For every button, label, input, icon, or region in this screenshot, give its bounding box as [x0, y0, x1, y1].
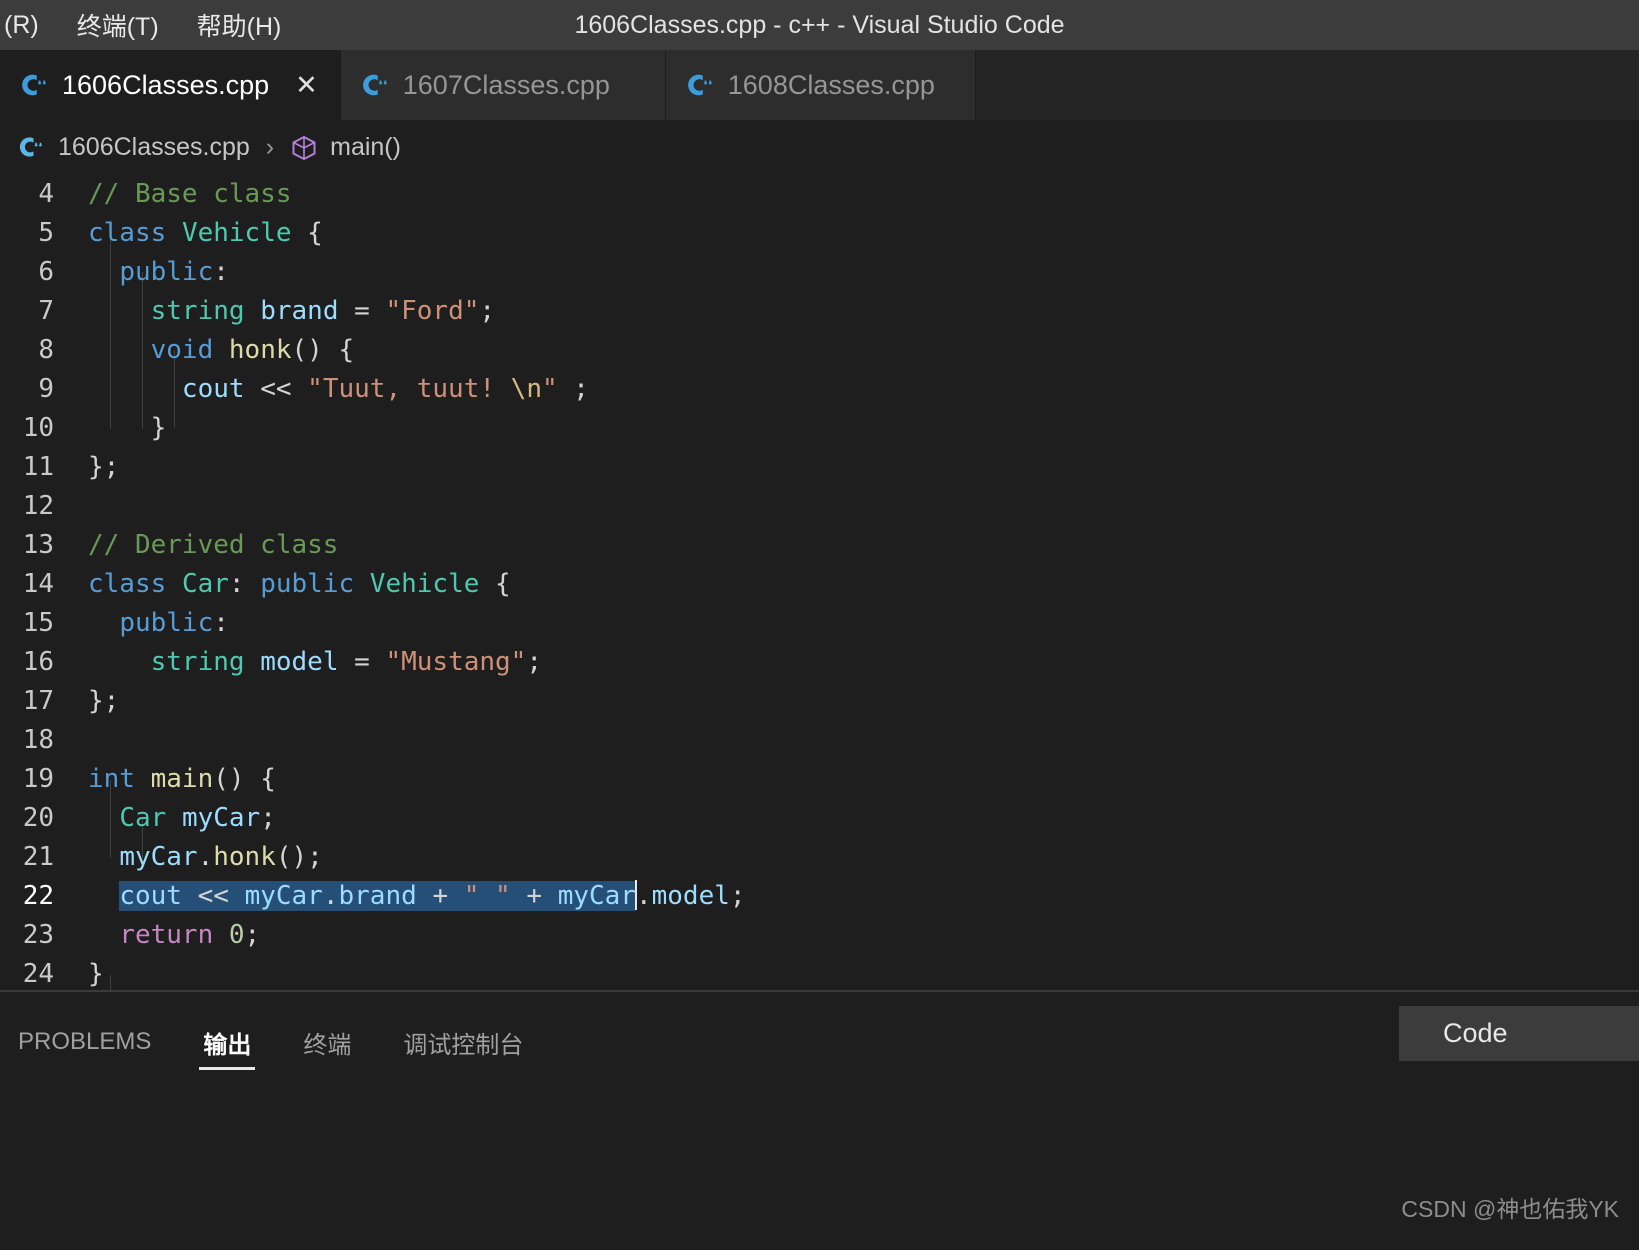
code-line[interactable]: 6 public: [0, 253, 1639, 292]
menu-terminal[interactable]: 终端(T) [73, 5, 163, 45]
line-number: 13 [22, 530, 54, 560]
line-number: 19 [22, 764, 54, 794]
line-content: }; [88, 452, 120, 482]
line-number: 10 [22, 413, 54, 443]
code-line[interactable]: 16 string model = "Mustang"; [0, 643, 1639, 682]
line-number: 15 [22, 608, 54, 638]
line-number: 23 [22, 920, 54, 950]
tab-bar-filler [975, 50, 1639, 120]
breadcrumb-symbol[interactable]: main() [330, 133, 401, 162]
line-number: 17 [22, 686, 54, 716]
line-content: string brand = "Ford"; [150, 296, 496, 326]
line-number: 7 [38, 296, 54, 326]
menu-run[interactable]: (R) [0, 9, 43, 42]
code-line[interactable]: 13 // Derived class [0, 526, 1639, 565]
code-line[interactable]: 12 [0, 487, 1639, 526]
code-line[interactable]: 7 string brand = "Ford"; [0, 292, 1639, 331]
breadcrumb-file[interactable]: 1606Classes.cpp [58, 133, 250, 162]
line-content: }; [88, 686, 120, 716]
code-line[interactable]: 18 [0, 721, 1639, 760]
line-content: } [88, 959, 104, 989]
line-content: int main() { [88, 764, 276, 794]
line-content: string model = "Mustang"; [150, 647, 542, 677]
code-line-selected[interactable]: 22 cout << myCar.brand + " " + myCar.mod… [0, 877, 1639, 916]
menu-help[interactable]: 帮助(H) [193, 5, 286, 45]
method-symbol-icon [290, 134, 318, 162]
panel-tab-output[interactable]: 输出 [199, 992, 256, 1092]
code-line[interactable]: 21 myCar.honk(); [0, 838, 1639, 877]
code-line[interactable]: 9 cout << "Tuut, tuut! \n" ; [0, 370, 1639, 409]
line-content: // Derived class [88, 530, 339, 560]
tab-1606Classes[interactable]: 1606Classes.cpp ✕ [0, 50, 341, 120]
close-icon[interactable]: ✕ [295, 71, 318, 99]
code-line[interactable]: 11 }; [0, 448, 1639, 487]
line-content: public: [119, 608, 229, 638]
line-content: cout << "Tuut, tuut! \n" ; [181, 374, 589, 404]
chevron-right-icon: › [265, 133, 275, 161]
code-line[interactable]: 4 // Base class [0, 175, 1639, 214]
code-editor[interactable]: 4 // Base class 5 class Vehicle { 6 publ… [0, 175, 1639, 990]
code-line[interactable]: 5 class Vehicle { [0, 214, 1639, 253]
title-bar: (R) 终端(T) 帮助(H) 1606Classes.cpp - c++ - … [0, 0, 1639, 50]
output-source-selector[interactable]: Code [1399, 1006, 1639, 1061]
line-number: 14 [22, 569, 54, 599]
cpp-file-icon [359, 70, 389, 100]
line-content: myCar.honk(); [119, 842, 323, 872]
code-line[interactable]: 15 public: [0, 604, 1639, 643]
code-line[interactable]: 17 }; [0, 682, 1639, 721]
line-number: 22 [22, 881, 54, 911]
panel-tab-label: 输出 [203, 1031, 252, 1059]
code-line[interactable]: 8 void honk() { [0, 331, 1639, 370]
cpp-file-icon [684, 70, 714, 100]
watermark: CSDN @神也佑我YK [1401, 1196, 1619, 1222]
panel-tab-list: PROBLEMS 输出 终端 调试控制台 [0, 992, 527, 1092]
code-line[interactable]: 10 } [0, 409, 1639, 448]
line-number: 8 [38, 335, 54, 365]
panel-tab-label: 调试控制台 [403, 1031, 524, 1059]
tab-1607Classes[interactable]: 1607Classes.cpp [340, 50, 666, 120]
vscode-window: (R) 终端(T) 帮助(H) 1606Classes.cpp - c++ - … [0, 0, 1639, 1250]
tab-1608Classes[interactable]: 1608Classes.cpp [665, 50, 976, 120]
panel-tab-label: PROBLEMS [18, 1028, 152, 1055]
line-number: 21 [22, 842, 54, 872]
menu-bar: (R) 终端(T) 帮助(H) [0, 5, 285, 45]
code-line[interactable]: 14 class Car: public Vehicle { [0, 565, 1639, 604]
line-content: void honk() { [150, 335, 355, 365]
line-number: 24 [22, 959, 54, 989]
line-content: class Vehicle { [88, 218, 323, 248]
tab-label: 1606Classes.cpp [62, 69, 270, 100]
line-content: Car myCar; [119, 803, 276, 833]
editor-tab-bar: 1606Classes.cpp ✕ 1607Classes.cpp 1608Cl… [0, 50, 1639, 120]
line-number: 11 [22, 452, 54, 482]
line-content: cout << myCar.brand + " " + myCar.model; [119, 880, 746, 911]
line-content: // Base class [88, 179, 292, 209]
panel-tab-label: 终端 [303, 1031, 352, 1059]
output-body: CSDN @神也佑我YK [0, 1092, 1639, 1240]
panel-tab-terminal[interactable]: 终端 [299, 992, 355, 1092]
line-number: 4 [38, 179, 54, 209]
line-content: } [150, 413, 167, 443]
breadcrumb: 1606Classes.cpp › main() [0, 120, 1639, 175]
cpp-file-icon [16, 133, 46, 163]
tab-label: 1608Classes.cpp [727, 69, 935, 100]
code-line[interactable]: 20 Car myCar; [0, 799, 1639, 838]
line-number: 18 [22, 725, 54, 755]
panel-tab-debug-console[interactable]: 调试控制台 [399, 992, 527, 1092]
line-content: return 0; [119, 920, 261, 950]
line-content: class Car: public Vehicle { [88, 569, 511, 599]
bottom-panel-header: PROBLEMS 输出 终端 调试控制台 Code [0, 992, 1639, 1092]
line-number: 9 [38, 374, 54, 404]
line-number: 5 [38, 218, 54, 248]
code-line[interactable]: 24 } [0, 955, 1639, 990]
line-number: 6 [38, 257, 54, 287]
line-number: 12 [22, 491, 54, 521]
panel-tab-problems[interactable]: PROBLEMS [14, 992, 155, 1092]
cpp-file-icon [18, 70, 48, 100]
line-content: public: [119, 257, 229, 287]
code-line[interactable]: 23 return 0; [0, 916, 1639, 955]
tab-label: 1607Classes.cpp [402, 69, 610, 100]
line-number: 20 [22, 803, 54, 833]
code-line[interactable]: 19 int main() { [0, 760, 1639, 799]
line-number: 16 [22, 647, 54, 677]
